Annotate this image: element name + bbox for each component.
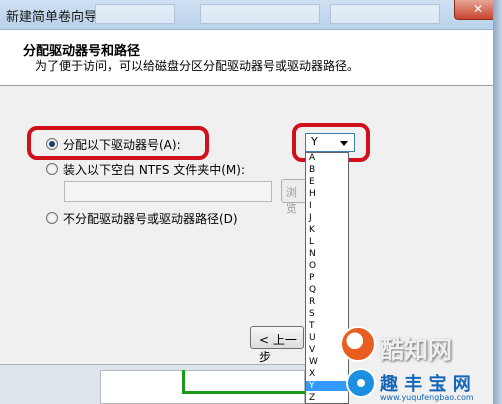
back-button-label: < 上一步	[259, 333, 297, 364]
back-button[interactable]: < 上一步	[250, 326, 304, 364]
drive-letter-option[interactable]: S	[306, 309, 348, 319]
assign-letter-label: 分配以下驱动器号(A):	[63, 138, 181, 152]
background-window-tab	[95, 4, 175, 24]
browse-button-label: 浏览	[286, 186, 297, 215]
drive-letter-value: Y	[311, 135, 318, 148]
partition-marker	[182, 391, 305, 394]
assign-letter-radio[interactable]	[46, 138, 58, 150]
drive-letter-option[interactable]: B	[306, 165, 348, 175]
brand-logo-icon	[346, 368, 376, 398]
drive-letter-option[interactable]: I	[306, 201, 348, 211]
drive-letter-option[interactable]: E	[306, 177, 348, 187]
mount-folder-radio[interactable]	[46, 163, 58, 175]
background-window-tab	[330, 4, 440, 24]
disk-map-area	[100, 370, 305, 404]
drive-letter-option[interactable]: A	[306, 153, 348, 163]
window-title: 新建简单卷向导	[6, 10, 98, 25]
browse-button[interactable]: 浏览	[281, 179, 307, 215]
drive-letter-option[interactable]: K	[306, 225, 348, 235]
drive-letter-option[interactable]: Q	[306, 285, 348, 295]
drive-letter-option[interactable]: R	[306, 297, 348, 307]
page-subtitle: 为了便于访问，可以给磁盘分区分配驱动器号或驱动器路径。	[35, 59, 360, 73]
title-bar: 新建简单卷向导 ✕	[0, 0, 502, 30]
background-window-tab	[200, 4, 320, 24]
drive-letter-option[interactable]: O	[306, 261, 348, 271]
close-icon: ✕	[473, 2, 484, 16]
wizard-dialog: 新建简单卷向导 ✕ 分配驱动器号和路径 为了便于访问，可以给磁盘分区分配驱动器号…	[0, 0, 502, 404]
watermark: 酷知网 趣 丰 宝 网 www.yuqufengbao.com	[340, 326, 502, 404]
drive-letter-option[interactable]: N	[306, 249, 348, 259]
brand-logo-icon	[340, 326, 376, 362]
watermark-brand1: 酷知网	[380, 336, 452, 364]
drive-letter-combo[interactable]: Y	[305, 133, 355, 152]
drive-letter-option[interactable]: P	[306, 273, 348, 283]
drive-letter-option[interactable]: J	[306, 213, 348, 223]
drive-letter-option[interactable]: H	[306, 189, 348, 199]
wizard-header: 分配驱动器号和路径 为了便于访问，可以给磁盘分区分配驱动器号或驱动器路径。	[0, 30, 502, 86]
no-letter-label: 不分配驱动器号或驱动器路径(D)	[63, 212, 238, 226]
mount-folder-label: 装入以下空白 NTFS 文件夹中(M):	[63, 163, 246, 177]
no-letter-radio[interactable]	[46, 212, 58, 224]
watermark-url: www.yuqufengbao.com	[380, 393, 474, 402]
drive-letter-option[interactable]: L	[306, 237, 348, 247]
chevron-down-icon[interactable]	[340, 141, 348, 146]
folder-path-input[interactable]	[64, 181, 272, 202]
